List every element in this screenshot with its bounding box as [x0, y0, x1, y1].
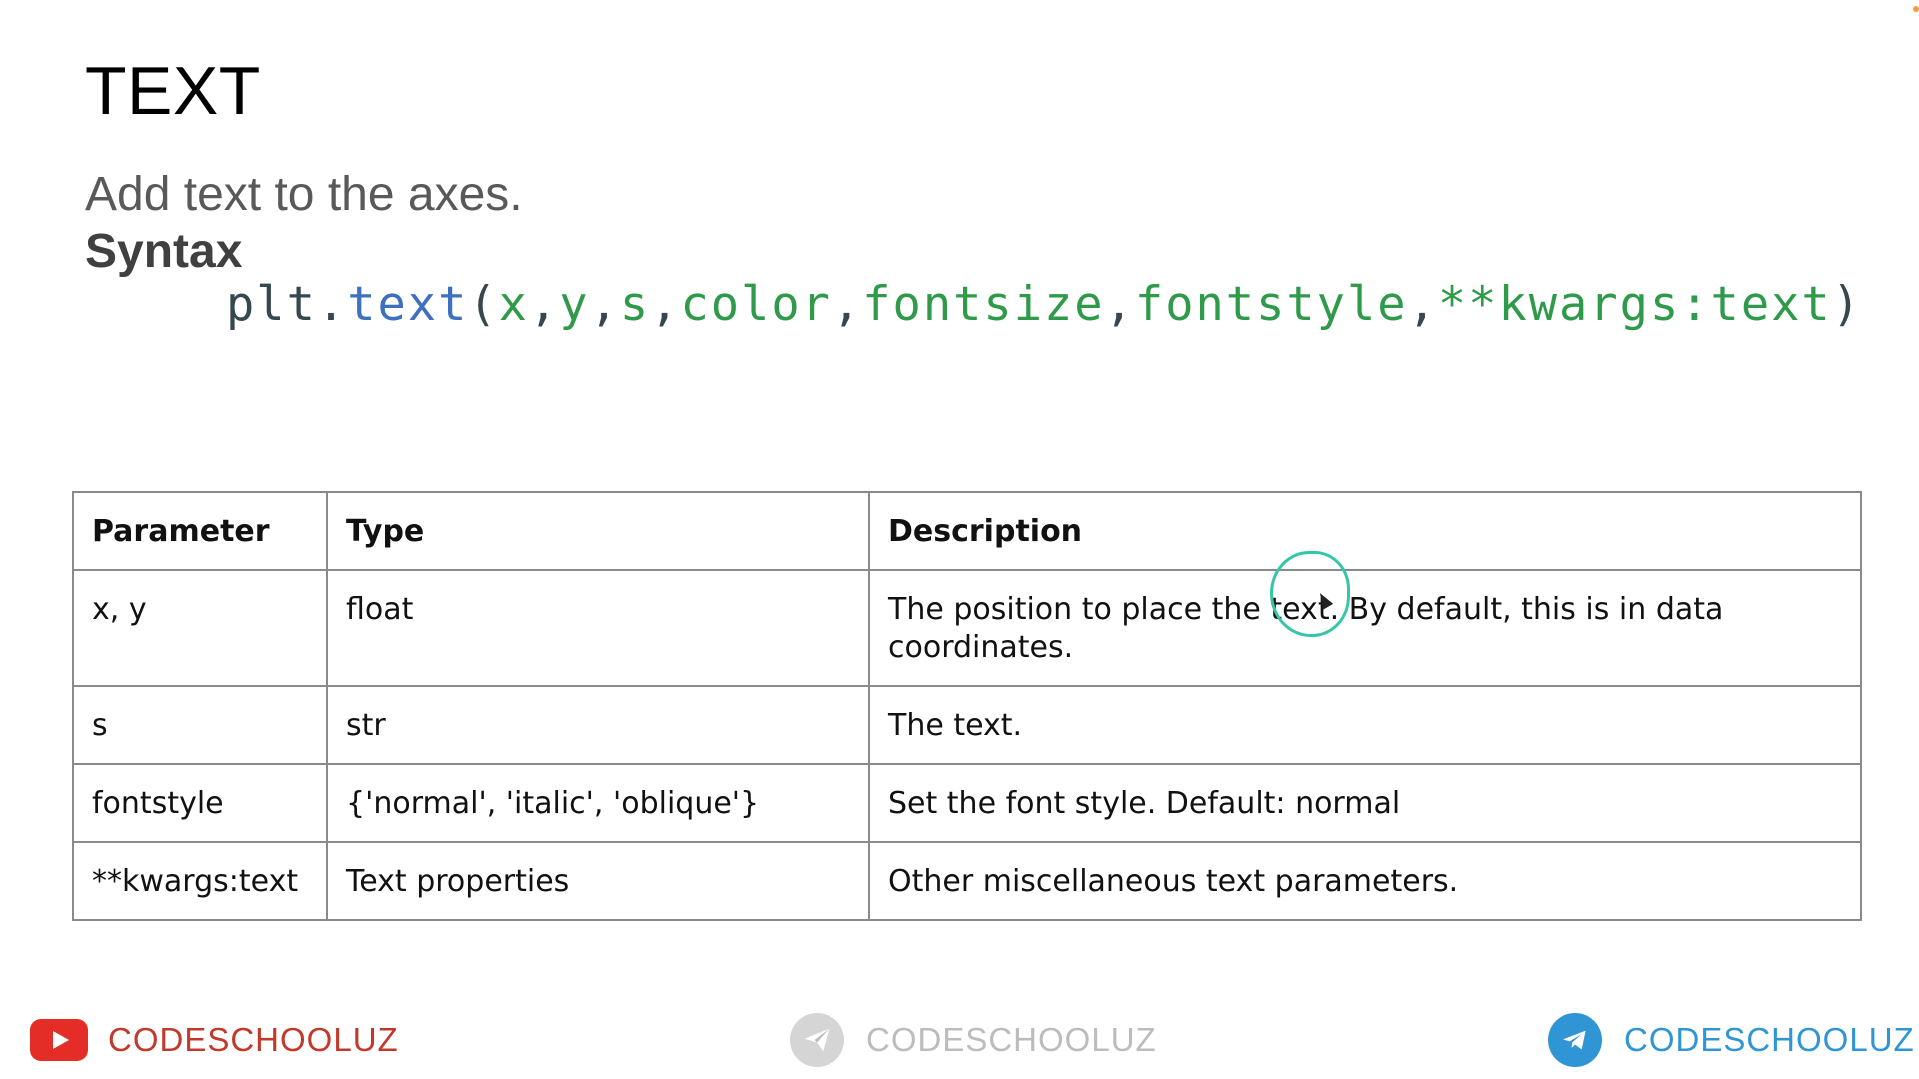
code-arg: x — [498, 277, 529, 332]
table-header-row: Parameter Type Description — [72, 491, 1862, 571]
cell-type: {'normal', 'italic', 'oblique'} — [326, 763, 870, 843]
footer-center-brand: CODESCHOOLUZ — [790, 1010, 1157, 1070]
table-row: s str The text. — [72, 685, 1862, 765]
code-function: text — [347, 277, 469, 332]
code-comma: , — [589, 277, 620, 332]
header-parameter: Parameter — [72, 491, 328, 571]
cell-description: Set the font style. Default: normal — [868, 763, 1862, 843]
youtube-icon — [30, 1019, 88, 1061]
slide-title: TEXT — [85, 53, 261, 129]
footer-youtube[interactable]: CODESCHOOLUZ — [30, 1010, 399, 1070]
header-type: Type — [326, 491, 870, 571]
paper-plane-icon — [790, 1013, 844, 1067]
cell-description: The position to place the text. By defau… — [868, 569, 1862, 687]
code-comma: , — [650, 277, 681, 332]
code-open-paren: ( — [468, 277, 499, 332]
code-comma: , — [528, 277, 560, 332]
table-row: x, y float The position to place the tex… — [72, 569, 1862, 687]
corner-indicator-dot — [1913, 6, 1919, 12]
cell-description: Other miscellaneous text parameters. — [868, 841, 1862, 921]
cell-parameter: s — [72, 685, 328, 765]
table-row: **kwargs:text Text properties Other misc… — [72, 841, 1862, 921]
code-arg: s — [619, 277, 651, 332]
code-dot: . — [316, 277, 348, 332]
cell-parameter: x, y — [72, 569, 328, 687]
cell-type: float — [326, 569, 870, 687]
telegram-label: CODESCHOOLUZ — [1624, 1021, 1915, 1058]
cell-parameter: **kwargs:text — [72, 841, 328, 921]
table-row: fontstyle {'normal', 'italic', 'oblique'… — [72, 763, 1862, 843]
code-arg: color — [680, 277, 832, 332]
parameters-table: Parameter Type Description x, y float Th… — [72, 491, 1862, 921]
header-description: Description — [868, 491, 1862, 571]
code-arg: fontstyle — [1134, 277, 1408, 332]
annotation-circle — [1270, 551, 1350, 637]
cell-type: str — [326, 685, 870, 765]
code-object: plt — [226, 277, 317, 332]
footer-telegram[interactable]: CODESCHOOLUZ — [1548, 1010, 1915, 1070]
cell-type: Text properties — [326, 841, 870, 921]
youtube-label: CODESCHOOLUZ — [108, 1021, 399, 1058]
center-brand-label: CODESCHOOLUZ — [866, 1021, 1157, 1058]
syntax-label: Syntax — [85, 225, 243, 278]
cell-parameter: fontstyle — [72, 763, 328, 843]
syntax-code-line: plt.text(x,y,s,color,fontsize,fontstyle,… — [226, 275, 1862, 335]
code-arg: **kwargs:text — [1437, 277, 1832, 332]
code-comma: , — [1407, 277, 1438, 332]
code-close-paren: ) — [1831, 277, 1863, 332]
telegram-icon — [1548, 1013, 1602, 1067]
code-arg: fontsize — [862, 277, 1105, 332]
slide-subtitle: Add text to the axes. — [85, 168, 523, 221]
code-comma: , — [831, 277, 863, 332]
code-arg: y — [559, 277, 590, 332]
code-comma: , — [1104, 277, 1135, 332]
cell-description: The text. — [868, 685, 1862, 765]
